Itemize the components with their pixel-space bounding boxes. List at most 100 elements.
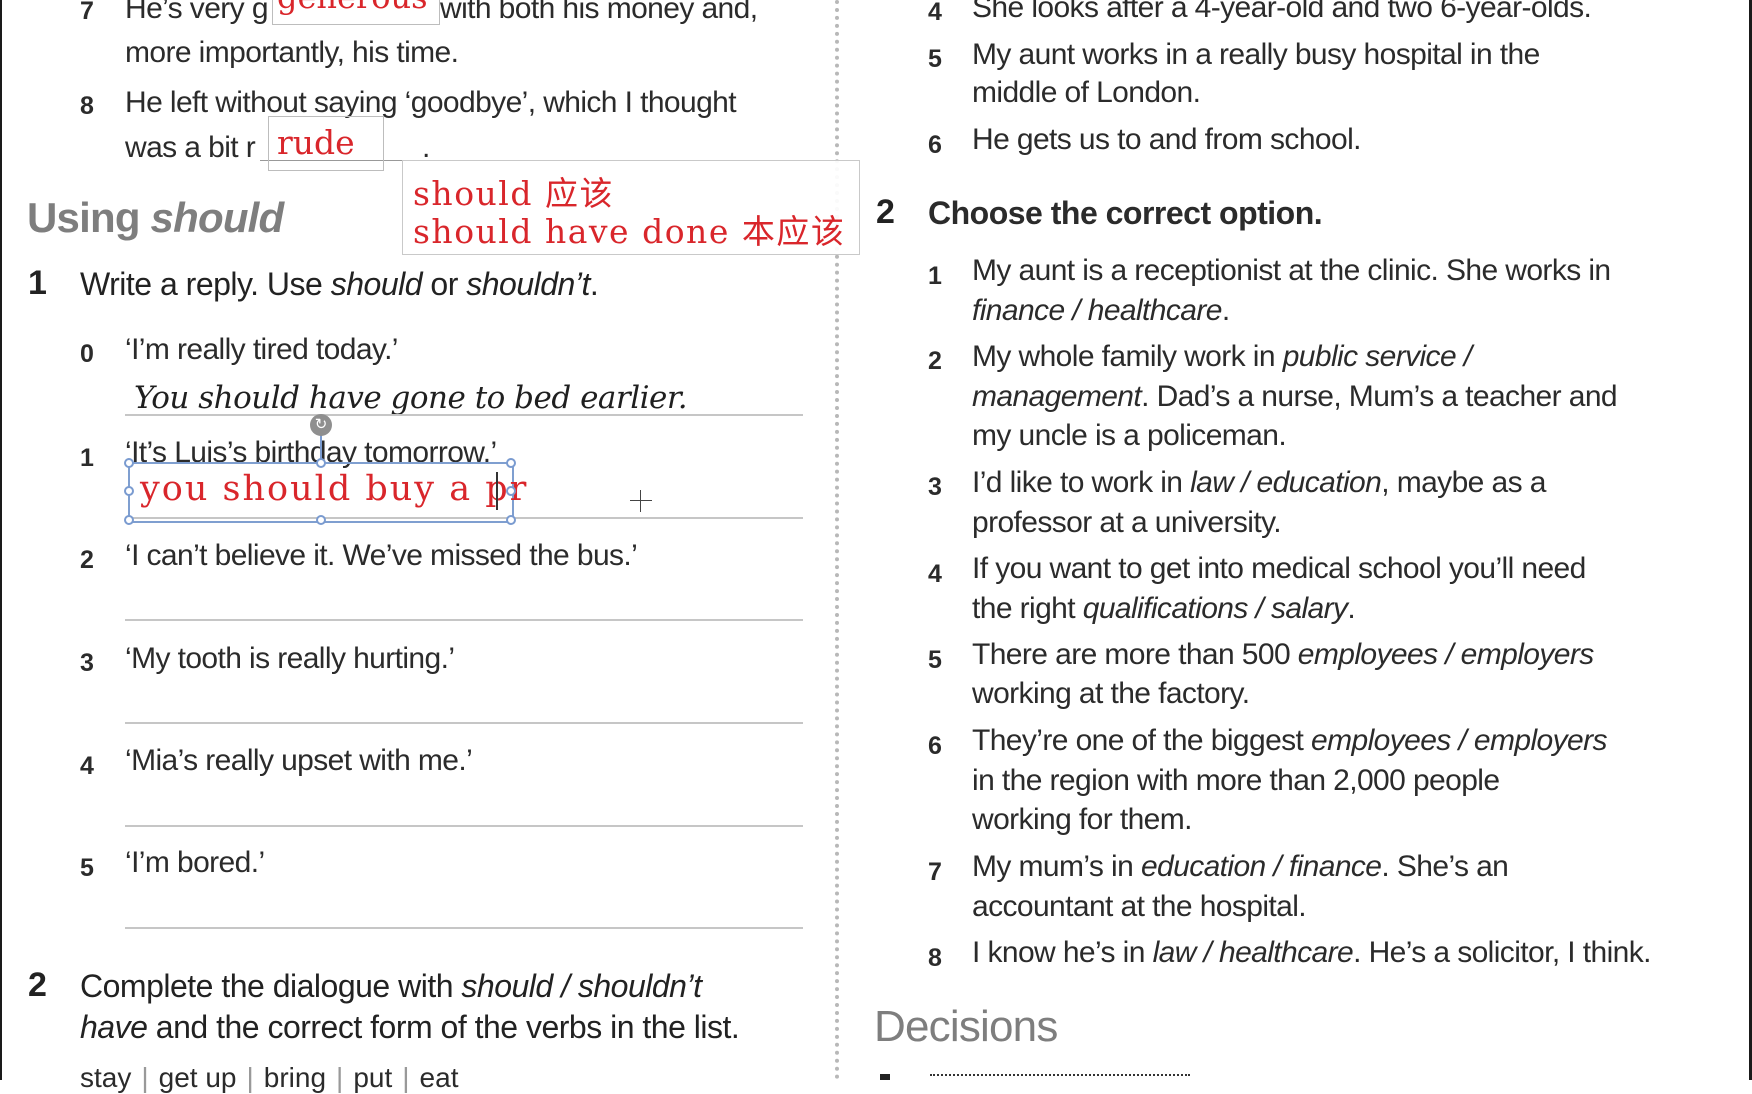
text-part: the right: [972, 592, 1083, 625]
text-part: I’d like to work in: [972, 466, 1191, 499]
section-heading-decisions: Decisions: [874, 1002, 1058, 1051]
text-part: . He’s a solicitor, I think.: [1353, 936, 1651, 969]
title-italic: shouldn’t: [466, 266, 590, 302]
item-text: My whole family work in public service /: [972, 340, 1472, 374]
word-list-item: stay: [80, 1062, 132, 1093]
word-list-item: put: [353, 1062, 393, 1093]
item-number: 5: [928, 646, 942, 674]
item-text: He’s very g: [125, 0, 269, 26]
item-text-part: with both his money and,: [440, 0, 758, 25]
answer-line[interactable]: [125, 825, 803, 827]
text-part: .: [1221, 294, 1230, 327]
text-part: My whole family work in: [972, 340, 1283, 373]
answer-textbox-generous[interactable]: generous: [272, 0, 440, 25]
item-number: 5: [80, 854, 94, 882]
word-list-item: bring: [263, 1062, 327, 1093]
item-number: 7: [80, 0, 94, 25]
item-prompt: ‘I’m bored.’: [125, 846, 265, 879]
item-number: 7: [928, 858, 942, 886]
section-heading-using-should: Using should: [27, 194, 284, 242]
option-choice[interactable]: employees / employers: [1311, 724, 1607, 757]
clipped-exercise-row: [874, 1072, 1274, 1080]
option-choice[interactable]: finance / healthcare: [972, 294, 1222, 327]
answer-line[interactable]: [125, 722, 803, 724]
exercise-title: Choose the correct option.: [928, 195, 1323, 231]
item-prompt: ‘I’m really tired today.’: [125, 333, 398, 366]
exercise-title-line1: Complete the dialogue with should / shou…: [80, 968, 702, 1005]
exercise-number: 2: [28, 966, 47, 1004]
title-italic: should: [330, 266, 423, 302]
title-part: Complete the dialogue with: [80, 968, 462, 1004]
title-part: Write a reply. Use: [80, 266, 331, 302]
option-choice[interactable]: public service /: [1283, 340, 1472, 373]
text-part: There are more than 500: [972, 638, 1298, 671]
answer-line[interactable]: [125, 619, 803, 621]
text-part: , maybe as a: [1381, 466, 1546, 499]
rotate-handle-icon[interactable]: ↻: [310, 414, 332, 436]
answer-line: [125, 414, 803, 416]
item-number: 4: [80, 752, 94, 780]
resize-handle-middle-left[interactable]: [124, 486, 134, 496]
word-list-item: eat: [419, 1062, 459, 1093]
option-choice[interactable]: management: [972, 380, 1142, 413]
item-number: 3: [928, 473, 942, 501]
item-text: working at the factory.: [972, 677, 1250, 710]
item-text: My aunt is a receptionist at the clinic.…: [972, 254, 1611, 287]
resize-handle-middle-right[interactable]: [506, 486, 516, 496]
answer-textbox-rude[interactable]: rude: [268, 116, 384, 171]
note-line-2: should have done 本应该: [413, 212, 846, 251]
typed-answer: you should buy a pr: [140, 469, 529, 509]
answer-line[interactable]: [125, 927, 803, 929]
resize-handle-bottom-left[interactable]: [124, 515, 134, 525]
item-text: They’re one of the biggest employees / e…: [972, 724, 1608, 758]
resize-handle-top-left[interactable]: [124, 458, 134, 468]
text-part: .: [1347, 592, 1356, 625]
item-text: finance / healthcare.: [972, 294, 1230, 328]
item-text: the right qualifications / salary.: [972, 592, 1356, 626]
title-italic: should / shouldn’t: [461, 968, 702, 1004]
option-choice[interactable]: law / healthcare: [1153, 936, 1354, 969]
item-text: He left without saying ‘goodbye’, which …: [125, 86, 737, 119]
option-choice[interactable]: employees / employers: [1298, 638, 1594, 671]
item-number: 1: [928, 262, 942, 290]
item-number: 4: [928, 0, 942, 26]
annotation-note-box[interactable]: should 应该 should have done 本应该: [402, 160, 860, 255]
answer-text: generous: [277, 0, 428, 16]
item-number: 1: [80, 444, 94, 472]
item-number: 3: [80, 649, 94, 677]
exercise-title: Write a reply. Use should or shouldn’t.: [80, 266, 599, 303]
item-text: My aunt works in a really busy hospital …: [972, 38, 1540, 71]
crosshair-cursor-icon: [630, 490, 652, 512]
exercise-title-line2: have and the correct form of the verbs i…: [80, 1009, 740, 1046]
item-number: 4: [928, 560, 942, 588]
separator: |: [246, 1062, 254, 1093]
item-text-part: was a bit r: [125, 131, 256, 164]
separator: |: [336, 1062, 344, 1093]
option-choice[interactable]: qualifications / salary: [1083, 592, 1348, 625]
item-number: 8: [928, 944, 942, 972]
item-number: 5: [928, 45, 942, 73]
exercise-number: 2: [876, 193, 895, 231]
resize-handle-bottom-right[interactable]: [506, 515, 516, 525]
resize-handle-top-right[interactable]: [506, 458, 516, 468]
text-part: They’re one of the biggest: [972, 724, 1312, 757]
verb-word-list: stay | get up | bring | put | eat: [80, 1062, 458, 1094]
answer-textbox-selected[interactable]: you should buy a pr: [128, 462, 526, 523]
title-part: .: [589, 266, 599, 302]
item-text: There are more than 500 employees / empl…: [972, 638, 1594, 672]
item-number: 6: [928, 131, 942, 159]
answer-text: rude: [277, 123, 355, 162]
option-choice[interactable]: education / finance: [1141, 850, 1382, 883]
heading-text: Using: [27, 194, 151, 241]
item-text: in the region with more than 2,000 peopl…: [972, 764, 1500, 797]
item-prompt: ‘I can’t believe it. We’ve missed the bu…: [125, 539, 638, 572]
text-part: I know he’s in: [972, 936, 1153, 969]
resize-handle-top-center[interactable]: [316, 458, 326, 468]
item-text: She looks after a 4-year-old and two 6-y…: [972, 0, 1592, 24]
item-number: 2: [928, 347, 942, 375]
page-border-left: [0, 0, 2, 1080]
item-text: I’d like to work in law / education, may…: [972, 466, 1546, 500]
item-text-part: He’s very g: [125, 0, 269, 25]
option-choice[interactable]: law / education: [1190, 466, 1382, 499]
resize-handle-bottom-center[interactable]: [316, 515, 326, 525]
